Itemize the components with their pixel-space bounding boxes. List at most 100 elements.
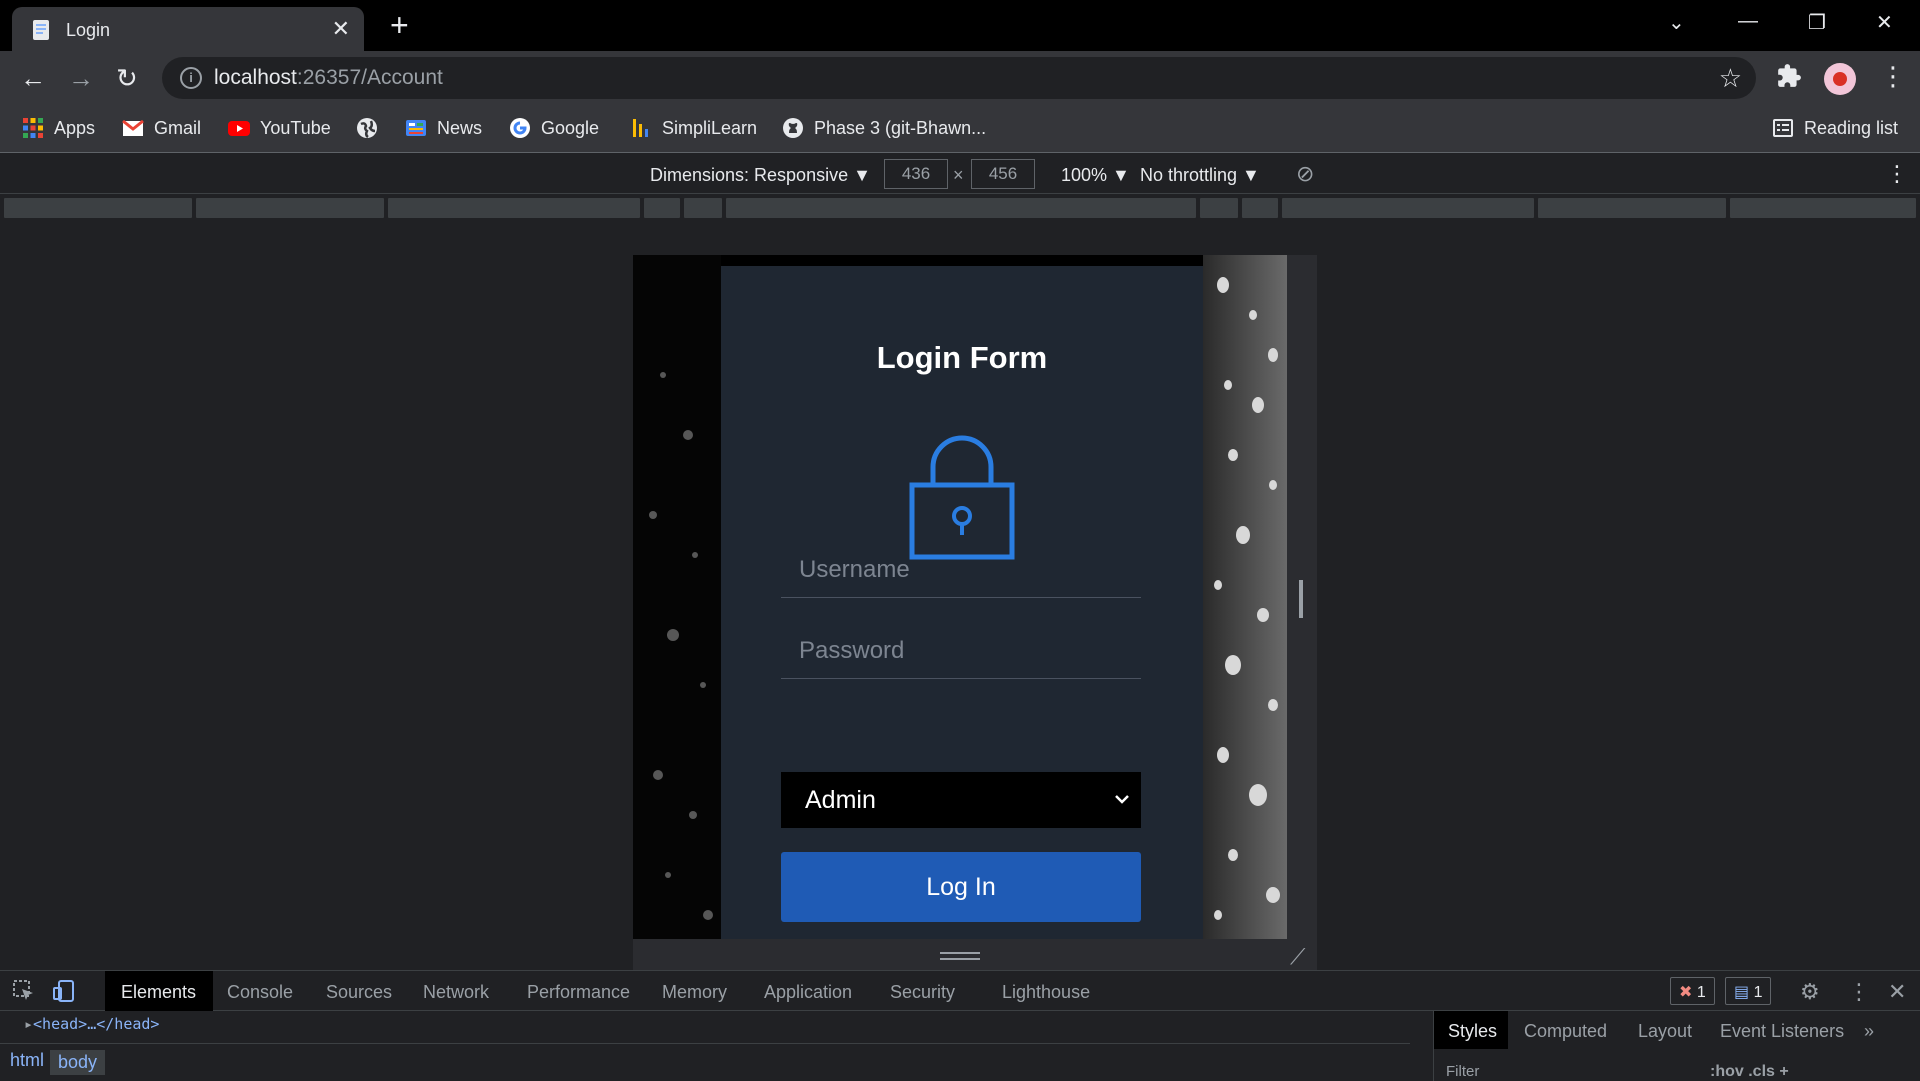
- reading-list-button[interactable]: Reading list: [1772, 117, 1898, 139]
- device-toolbar-menu-icon[interactable]: ⋮: [1886, 161, 1908, 187]
- tab-sources[interactable]: Sources: [326, 982, 392, 1003]
- media-query-segment[interactable]: [644, 198, 680, 218]
- tab-layout[interactable]: Layout: [1638, 1021, 1692, 1042]
- media-query-segment[interactable]: [1200, 198, 1238, 218]
- browser-toolbar: ← → ↻ i localhost:26357/Account ☆ ⋮: [0, 51, 1920, 105]
- bookmark-google[interactable]: Google: [509, 117, 599, 139]
- bookmark-star-icon[interactable]: ☆: [1719, 63, 1742, 94]
- throttling-dropdown[interactable]: No throttling ▼: [1140, 165, 1260, 186]
- devtools-tab-bar: Elements Console Sources Network Perform…: [0, 971, 1920, 1011]
- devtools-panel: Elements Console Sources Network Perform…: [0, 970, 1920, 1081]
- login-button-label: Log In: [926, 873, 996, 901]
- apps-grid-icon: [23, 118, 43, 138]
- inspect-element-icon[interactable]: [12, 979, 36, 1003]
- messages-badge[interactable]: ▤ 1: [1725, 977, 1772, 1005]
- restore-icon[interactable]: ❐: [1808, 10, 1826, 35]
- dimensions-dropdown[interactable]: Dimensions: Responsive ▼: [650, 165, 871, 186]
- media-query-segment[interactable]: [726, 198, 1196, 218]
- new-tab-button[interactable]: +: [390, 8, 409, 42]
- window-close-icon[interactable]: ✕: [1876, 10, 1893, 35]
- tab-elements[interactable]: Elements: [121, 982, 196, 1003]
- url-text[interactable]: localhost:26357/Account: [214, 66, 443, 90]
- bookmark-simplilearn[interactable]: SimpliLearn: [630, 117, 757, 139]
- message-icon: ▤: [1734, 984, 1750, 1001]
- password-field[interactable]: Password: [781, 623, 1141, 679]
- browser-menu-icon[interactable]: ⋮: [1880, 61, 1906, 92]
- bookmark-gmail[interactable]: Gmail: [122, 117, 201, 139]
- youtube-icon: [228, 121, 250, 136]
- bookmark-github[interactable]: Phase 3 (git-Bhawn...: [782, 117, 986, 139]
- tab-network[interactable]: Network: [423, 982, 489, 1003]
- address-bar[interactable]: i localhost:26357/Account ☆: [162, 57, 1756, 99]
- reading-list-label: Reading list: [1804, 117, 1899, 138]
- errors-badge[interactable]: ✖ 1: [1670, 977, 1715, 1005]
- news-icon: [406, 120, 426, 136]
- chevron-down-icon: [1115, 795, 1129, 804]
- width-resize-handle-icon[interactable]: [1299, 580, 1303, 618]
- tab-search-chevron-icon[interactable]: ⌄: [1668, 10, 1685, 35]
- dom-head-node[interactable]: ▸<head>…</head>: [24, 1015, 159, 1033]
- login-button[interactable]: Log In: [781, 852, 1141, 922]
- rotate-icon[interactable]: ⊘: [1296, 161, 1314, 187]
- bookmarks-bar: Apps Gmail YouTube News Google SimpliLea…: [0, 105, 1920, 153]
- bookmark-youtube[interactable]: YouTube: [228, 117, 331, 139]
- media-query-bar: [0, 196, 1920, 222]
- corner-resize-icon[interactable]: ⟋: [1290, 944, 1305, 970]
- tab-computed[interactable]: Computed: [1524, 1021, 1607, 1042]
- tab-application[interactable]: Application: [764, 982, 852, 1003]
- more-tabs-icon[interactable]: »: [1864, 1021, 1874, 1042]
- simplilearn-icon: [633, 119, 648, 137]
- height-resize-handle-icon[interactable]: [940, 952, 980, 960]
- bookmark-news[interactable]: News: [405, 117, 482, 139]
- expand-triangle-icon[interactable]: ▸: [24, 1015, 33, 1033]
- devtools-menu-icon[interactable]: ⋮: [1848, 979, 1870, 1005]
- tab-performance[interactable]: Performance: [527, 982, 630, 1003]
- settings-gear-icon[interactable]: ⚙: [1800, 979, 1820, 1005]
- media-query-segment[interactable]: [1538, 198, 1726, 218]
- media-query-segment[interactable]: [196, 198, 384, 218]
- tab-event-listeners[interactable]: Event Listeners: [1720, 1021, 1844, 1042]
- role-select[interactable]: Admin: [781, 772, 1141, 828]
- title-bar: Login ✕ + ⌄ — ❐ ✕: [0, 0, 1920, 51]
- bookmark-label: SimpliLearn: [662, 117, 758, 138]
- extensions-puzzle-icon[interactable]: [1776, 63, 1802, 89]
- password-placeholder: Password: [799, 637, 905, 664]
- tab-lighthouse[interactable]: Lighthouse: [1002, 982, 1090, 1003]
- breadcrumb-html[interactable]: html: [10, 1050, 44, 1071]
- styles-pane: Styles Computed Layout Event Listeners »…: [1433, 1011, 1920, 1081]
- errors-count: 1: [1696, 984, 1706, 1001]
- bookmark-apps[interactable]: Apps: [22, 117, 95, 139]
- browser-tab-login[interactable]: Login ✕: [12, 7, 364, 51]
- username-field[interactable]: Username: [781, 542, 1141, 598]
- media-query-segment[interactable]: [1730, 198, 1916, 218]
- media-query-segment[interactable]: [388, 198, 640, 218]
- media-query-segment[interactable]: [684, 198, 722, 218]
- gmail-icon: [122, 119, 144, 136]
- device-toggle-icon[interactable]: [52, 979, 76, 1003]
- reload-icon[interactable]: ↻: [116, 63, 138, 93]
- devtools-close-icon[interactable]: ✕: [1888, 979, 1906, 1005]
- tab-memory[interactable]: Memory: [662, 982, 727, 1003]
- media-query-segment[interactable]: [1242, 198, 1278, 218]
- bookmark-globe[interactable]: [356, 117, 378, 139]
- tab-security[interactable]: Security: [890, 982, 955, 1003]
- zoom-dropdown[interactable]: 100% ▼: [1061, 165, 1130, 186]
- tab-close-icon[interactable]: ✕: [332, 16, 350, 42]
- media-query-segment[interactable]: [4, 198, 192, 218]
- tab-console[interactable]: Console: [227, 982, 293, 1003]
- media-query-segment[interactable]: [1282, 198, 1534, 218]
- styles-filter-input[interactable]: Filter: [1446, 1063, 1479, 1080]
- site-info-icon[interactable]: i: [180, 67, 202, 89]
- dom-node-text: <head>…</head>: [33, 1015, 160, 1033]
- viewport-width-input[interactable]: 436: [884, 159, 948, 189]
- profile-avatar[interactable]: [1824, 63, 1856, 95]
- device-toolbar: Dimensions: Responsive ▼ 436 × 456 100% …: [0, 154, 1920, 194]
- minimize-icon[interactable]: —: [1738, 10, 1758, 33]
- viewport-height-input[interactable]: 456: [971, 159, 1035, 189]
- back-arrow-icon[interactable]: ←: [20, 63, 46, 93]
- styles-toolbar-buttons[interactable]: :hov .cls +: [1710, 1063, 1789, 1081]
- tab-styles[interactable]: Styles: [1448, 1021, 1497, 1042]
- forward-arrow-icon[interactable]: →: [68, 63, 94, 93]
- breadcrumb-body[interactable]: body: [50, 1050, 106, 1075]
- tab-title: Login: [66, 20, 111, 40]
